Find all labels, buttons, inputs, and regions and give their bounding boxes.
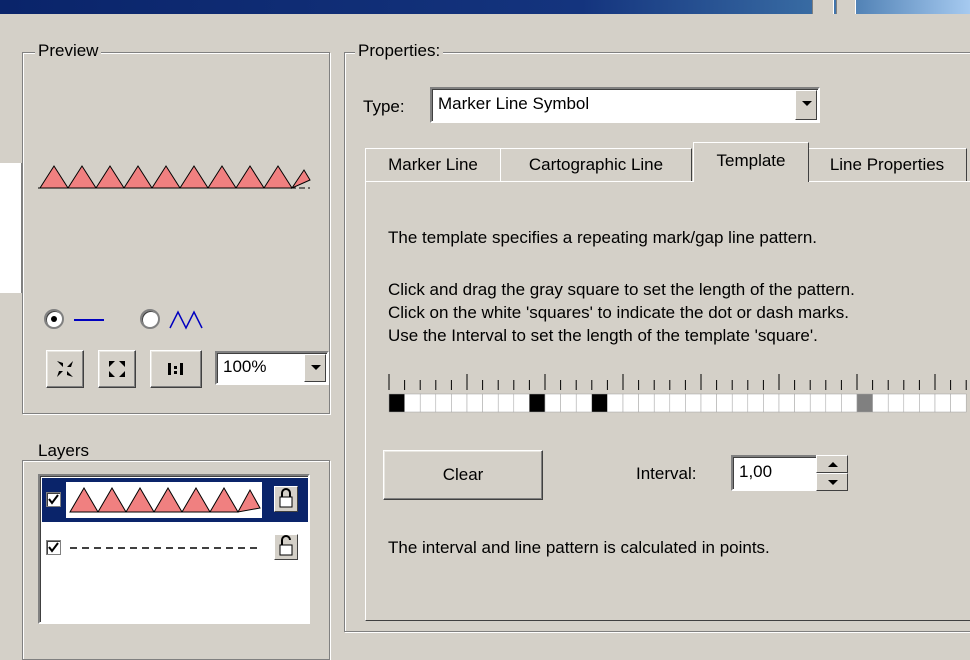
layer-row-marker[interactable] xyxy=(42,478,308,522)
preview-group-label: Preview xyxy=(35,42,102,60)
instruction-line: Click on the white 'squares' to indicate… xyxy=(388,303,850,322)
interval-value: 1,00 xyxy=(739,462,773,481)
tab-label: Line Properties xyxy=(829,155,945,174)
title-bar-gap xyxy=(812,0,834,14)
template-ruler xyxy=(388,374,967,390)
preview-line-symbol xyxy=(38,165,311,190)
template-cell[interactable] xyxy=(560,393,577,413)
clear-button-label: Clear xyxy=(442,465,484,484)
template-cell[interactable] xyxy=(794,393,811,413)
template-cell[interactable] xyxy=(669,393,686,413)
radio-selected-dot xyxy=(51,316,57,322)
template-cell[interactable] xyxy=(903,393,920,413)
template-cell[interactable] xyxy=(622,393,639,413)
spin-down-icon[interactable] xyxy=(816,473,848,491)
template-cell[interactable] xyxy=(419,393,437,413)
template-cell[interactable] xyxy=(451,393,468,413)
zoom-out-icon xyxy=(109,361,125,377)
template-cell[interactable] xyxy=(638,393,655,413)
actual-size-button[interactable] xyxy=(150,350,202,388)
zigzag-mode-radio[interactable] xyxy=(140,309,160,329)
check-icon xyxy=(48,494,59,505)
template-cell[interactable] xyxy=(685,393,702,413)
layers-group-label: Layers xyxy=(35,442,93,460)
lock-button[interactable] xyxy=(274,486,298,512)
layer-visible-checkbox[interactable] xyxy=(46,540,61,555)
tab-label: Cartographic Line xyxy=(528,155,664,174)
layers-list[interactable] xyxy=(38,474,310,624)
unlock-button[interactable] xyxy=(274,534,298,560)
template-cell[interactable] xyxy=(544,393,561,413)
type-label: Type: xyxy=(363,97,405,116)
template-cell[interactable] xyxy=(466,393,483,413)
type-value: Marker Line Symbol xyxy=(438,94,590,113)
template-cell[interactable] xyxy=(934,393,951,413)
template-cell[interactable] xyxy=(700,393,717,413)
spin-up-icon[interactable] xyxy=(816,455,848,473)
template-cell[interactable] xyxy=(435,393,452,413)
template-cell[interactable] xyxy=(919,393,936,413)
template-cell[interactable] xyxy=(747,393,764,413)
interval-label: Interval: xyxy=(636,464,697,483)
line-mode-radio[interactable] xyxy=(44,309,64,329)
tab-cartographic-line[interactable]: Cartographic Line xyxy=(500,148,692,182)
template-cell[interactable] xyxy=(482,393,499,413)
zoom-in-icon xyxy=(57,361,73,377)
chevron-down-icon[interactable] xyxy=(795,90,817,120)
tab-label: Template xyxy=(716,151,786,170)
template-cell[interactable] xyxy=(731,393,749,413)
straight-line-icon xyxy=(74,319,104,321)
marker-line-thumbnail xyxy=(66,482,262,518)
template-cell[interactable] xyxy=(841,393,858,413)
template-pattern-editor[interactable] xyxy=(388,372,970,418)
template-cell[interactable] xyxy=(653,393,671,413)
layer-row-dash[interactable] xyxy=(42,526,308,570)
template-cell[interactable] xyxy=(497,393,515,413)
properties-group-label: Properties: xyxy=(355,42,444,60)
template-cell[interactable] xyxy=(575,393,593,413)
instruction-line: Click and drag the gray square to set th… xyxy=(388,280,855,299)
zoom-combo[interactable]: 100% xyxy=(215,351,329,385)
lock-icon xyxy=(279,488,293,508)
tab-marker-line[interactable]: Marker Line xyxy=(365,148,501,182)
check-icon xyxy=(48,542,59,553)
instruction-line: Use the Interval to set the length of th… xyxy=(388,326,818,345)
template-cell[interactable] xyxy=(607,393,624,413)
zoom-in-button[interactable] xyxy=(46,350,84,388)
tab-label: Marker Line xyxy=(388,155,478,174)
template-length-handle[interactable] xyxy=(856,393,873,413)
template-cell[interactable] xyxy=(825,393,842,413)
template-cell[interactable] xyxy=(404,393,421,413)
template-cell[interactable] xyxy=(950,393,967,413)
background-window xyxy=(0,163,22,293)
zigzag-icon xyxy=(169,310,203,330)
type-combo[interactable]: Marker Line Symbol xyxy=(430,87,820,123)
dash-line-thumbnail xyxy=(70,547,262,549)
template-footer-note: The interval and line pattern is calcula… xyxy=(388,538,770,557)
template-cells[interactable] xyxy=(388,393,967,413)
interval-spinner[interactable] xyxy=(816,455,848,491)
template-description: The template specifies a repeating mark/… xyxy=(388,228,818,247)
zoom-value: 100% xyxy=(223,357,267,376)
template-cell[interactable] xyxy=(872,393,889,413)
template-cell[interactable] xyxy=(513,393,530,413)
layer-visible-checkbox[interactable] xyxy=(46,492,61,507)
template-cell[interactable] xyxy=(529,393,546,413)
unlock-icon xyxy=(279,535,293,556)
clear-button[interactable]: Clear xyxy=(383,450,543,500)
chevron-down-icon[interactable] xyxy=(304,354,326,382)
template-cell[interactable] xyxy=(388,393,405,413)
template-cell[interactable] xyxy=(763,393,780,413)
zoom-out-button[interactable] xyxy=(98,350,136,388)
tab-template[interactable]: Template xyxy=(693,142,809,182)
template-cell[interactable] xyxy=(716,393,733,413)
interval-input[interactable]: 1,00 xyxy=(731,455,819,491)
template-cell[interactable] xyxy=(809,393,827,413)
actual-size-icon xyxy=(168,363,183,375)
template-cell[interactable] xyxy=(591,393,608,413)
template-cell[interactable] xyxy=(778,393,795,413)
title-bar-gap-2 xyxy=(836,0,856,14)
tab-line-properties[interactable]: Line Properties xyxy=(807,148,967,182)
template-cell[interactable] xyxy=(887,393,905,413)
